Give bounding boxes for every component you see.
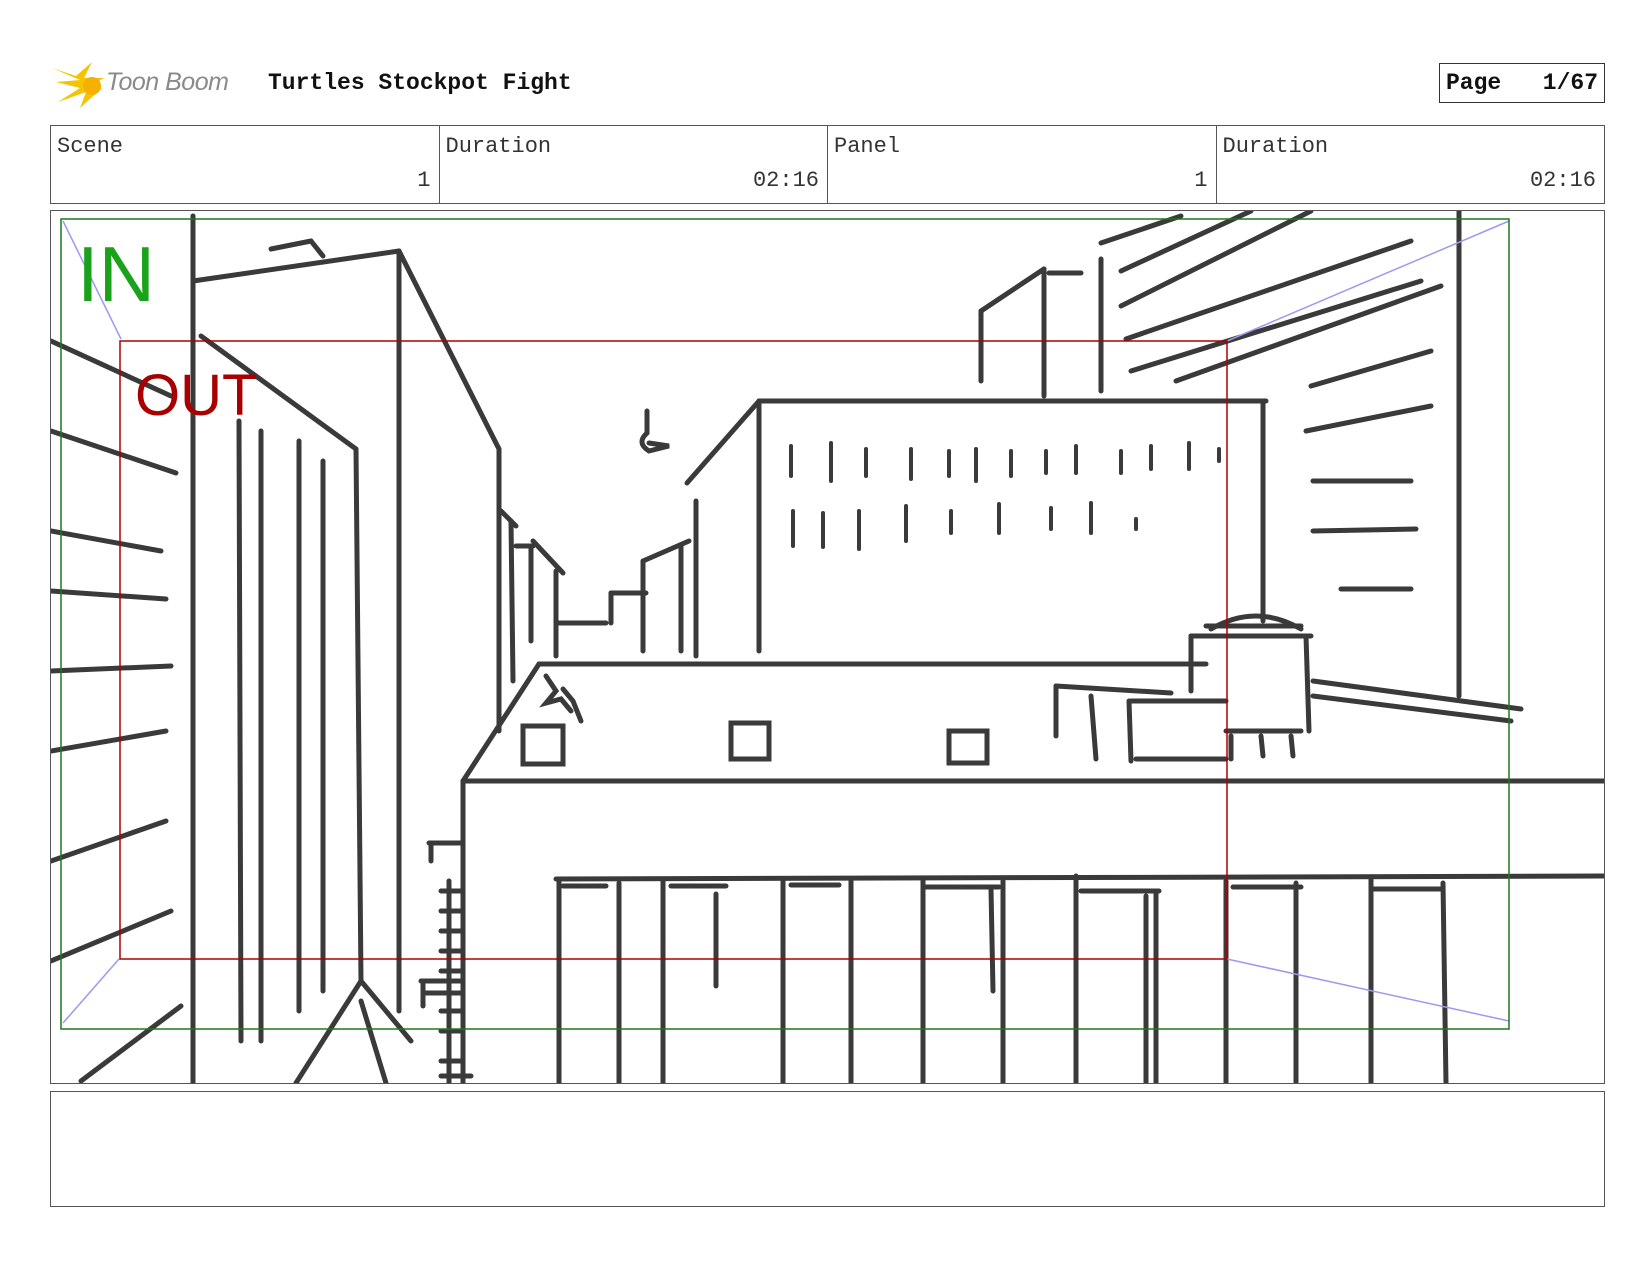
page-indicator: Page 1/67 [1439,63,1605,103]
panel-cell: Panel 1 [828,126,1217,203]
scene-value: 1 [417,168,431,193]
panel-duration-caption: Duration [1222,134,1329,159]
flash-icon [52,62,104,108]
scene-cell: Scene 1 [51,126,440,203]
out-frame [119,340,1228,960]
panel-duration-cell: Duration 02:16 [1217,126,1605,203]
scene-caption: Scene [57,134,124,159]
out-frame-label: OUT [135,363,258,428]
rooftop-city-sketch [51,211,1604,1083]
page-number: 1/67 [1542,70,1598,96]
storyboard-panel[interactable]: IN OUT [50,210,1605,1084]
toon-boom-logo: Toon Boom [50,58,250,110]
scene-duration-caption: Duration [445,134,552,159]
panel-duration-value: 02:16 [1529,168,1596,193]
scene-duration-cell: Duration 02:16 [440,126,828,203]
scene-info-bar: Scene 1 Duration 02:16 Panel 1 Duration … [50,125,1605,204]
page-header: Toon Boom Turtles Stockpot Fight Page 1/… [50,56,1605,112]
in-frame-label: IN [77,230,155,318]
project-title: Turtles Stockpot Fight [268,70,572,96]
panel-notes-area[interactable] [50,1091,1605,1207]
sketch-lines [51,211,1604,1083]
window-ticks [789,441,1221,551]
scene-duration-value: 02:16 [752,168,819,193]
page-label: Page [1446,70,1502,96]
panel-caption: Panel [834,134,901,159]
panel-value: 1 [1194,168,1208,193]
brand-name: Toon Boom [106,68,229,96]
